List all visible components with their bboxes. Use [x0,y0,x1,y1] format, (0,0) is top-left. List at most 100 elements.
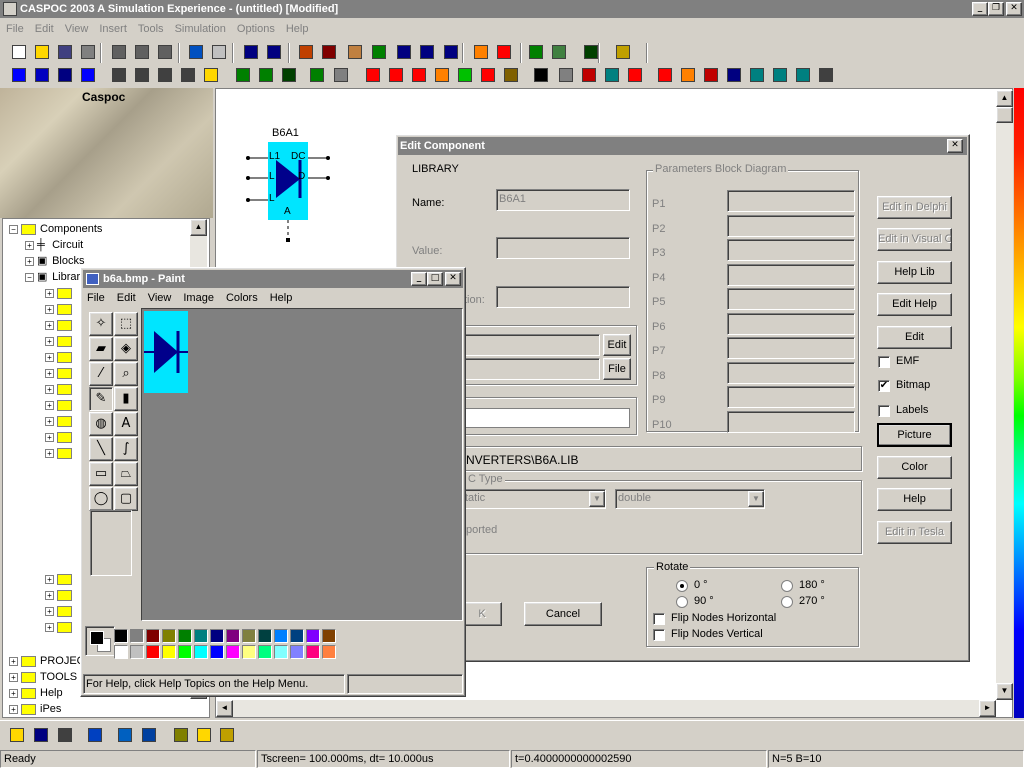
tool2-10-icon[interactable] [255,65,277,86]
canvas-hscroll[interactable]: ◄ ► [216,700,996,717]
polygon-icon[interactable]: ⏢ [114,462,138,486]
chevron-down-icon[interactable]: ▼ [589,491,605,507]
tool2-11-icon[interactable] [278,65,300,86]
tool2-22-icon[interactable] [555,65,577,86]
param-field[interactable] [727,239,855,261]
paint-menu-colors[interactable]: Colors [226,292,258,304]
fill-icon[interactable]: ◈ [114,337,138,361]
menu-item-help[interactable]: Help [286,23,309,35]
minimize-button[interactable]: _ [972,2,988,16]
palette-swatch[interactable] [274,629,288,643]
palette-swatch[interactable] [194,645,208,659]
tree-folder[interactable]: + [45,301,76,317]
param-field[interactable] [727,190,855,212]
scroll-up-icon[interactable]: ▲ [190,219,207,236]
bottom-tool-8-icon[interactable] [216,725,238,746]
tool-list2-icon[interactable] [416,42,438,63]
menu-item-insert[interactable]: Insert [99,23,127,35]
paint-menu-edit[interactable]: Edit [117,292,136,304]
scroll-right-icon[interactable]: ► [979,700,996,717]
tool2-31-icon[interactable] [769,65,791,86]
rotate-90-radio[interactable] [676,596,688,608]
paint-minimize-button[interactable]: _ [411,272,427,286]
param-field[interactable] [727,312,855,335]
ellipse-icon[interactable]: ◯ [89,487,113,511]
tool2-17-icon[interactable] [431,65,453,86]
param-field[interactable] [727,263,855,286]
color-button[interactable]: Color [877,456,952,479]
edit-in-tesla-button[interactable]: Edit in Tesla [877,521,952,544]
tool2-28-icon[interactable] [700,65,722,86]
tool-wire-icon[interactable] [295,42,317,63]
tool-list-icon[interactable] [393,42,415,63]
ctype-select-2[interactable]: double [615,489,765,509]
tree-folder[interactable]: + [45,619,76,635]
tool2-23-icon[interactable] [578,65,600,86]
palette-swatch[interactable] [306,645,320,659]
edit-button[interactable]: Edit [877,326,952,349]
palette-swatch[interactable] [162,629,176,643]
tree-folder[interactable]: + [45,381,76,397]
tool2-2-icon[interactable] [54,65,76,86]
param-field[interactable] [727,214,855,237]
tool2-25-icon[interactable] [624,65,646,86]
tree-folder[interactable]: + [45,333,76,349]
tool2-5-icon[interactable] [131,65,153,86]
tool2-27-icon[interactable] [677,65,699,86]
bottom-tool-2-icon[interactable] [54,725,76,746]
bottom-tool-1-icon[interactable] [30,725,52,746]
tool2-9-icon[interactable] [232,65,254,86]
edit-file-button[interactable]: Edit [603,334,631,356]
cancel-button[interactable]: Cancel [524,602,602,626]
close-button[interactable]: ✕ [1006,2,1022,16]
palette-swatch[interactable] [226,645,240,659]
tool2-24-icon[interactable] [601,65,623,86]
rotate-180-radio[interactable] [781,580,793,592]
tool2-30-icon[interactable] [746,65,768,86]
paint-menu-help[interactable]: Help [270,292,293,304]
name-field[interactable]: B6A1 [496,189,630,211]
scroll-down-icon[interactable]: ▼ [996,683,1013,700]
tree-folder[interactable]: + [45,317,76,333]
emf-checkbox[interactable] [878,356,890,368]
tree-item-help[interactable]: + Help [9,685,63,701]
bottom-tool-3-icon[interactable] [84,725,106,746]
tree-item-tools[interactable]: + TOOLS [9,669,77,685]
tree-folder[interactable]: + [45,587,76,603]
menu-item-file[interactable]: File [6,23,24,35]
tool2-6-icon[interactable] [154,65,176,86]
tool2-32-icon[interactable] [792,65,814,86]
tree-item-ipes[interactable]: + iPes [9,701,61,717]
tree-folder[interactable]: + [45,429,76,445]
scroll-up-icon[interactable]: ▲ [996,90,1013,107]
palette-swatch[interactable] [306,629,320,643]
tool-cut-icon[interactable] [108,42,130,63]
palette-swatch[interactable] [242,645,256,659]
tool-undo-icon[interactable] [185,42,207,63]
pencil-icon[interactable]: ✎ [89,387,113,411]
palette-swatch[interactable] [322,629,336,643]
rounded-rect-icon[interactable]: ▢ [114,487,138,511]
rotate-0-radio[interactable] [676,580,688,592]
palette-swatch[interactable] [258,645,272,659]
param-field[interactable] [727,386,855,408]
palette-swatch[interactable] [114,629,128,643]
tool2-18-icon[interactable] [454,65,476,86]
flip-vertical-checkbox[interactable] [653,629,665,641]
palette-swatch[interactable] [194,629,208,643]
dialog-close-button[interactable]: ✕ [947,139,963,153]
tool-pause-icon[interactable] [263,42,285,63]
bottom-tool-6-icon[interactable] [170,725,192,746]
paint-menu-file[interactable]: File [87,292,105,304]
palette-swatch[interactable] [242,629,256,643]
paint-menu-image[interactable]: Image [183,292,214,304]
tree-folder[interactable]: + [45,603,76,619]
edit-path-field[interactable] [462,334,600,356]
edit-in-delphi-button[interactable]: Edit in Delphi [877,196,952,219]
tree-item-library[interactable]: − ▣ Library [25,269,86,285]
edit-in-visualc-button[interactable]: Edit in Visual C [877,228,952,251]
bottom-tool-0-icon[interactable] [6,725,28,746]
tool2-12-icon[interactable] [306,65,328,86]
menu-item-view[interactable]: View [65,23,89,35]
tool-run-icon[interactable] [240,42,262,63]
